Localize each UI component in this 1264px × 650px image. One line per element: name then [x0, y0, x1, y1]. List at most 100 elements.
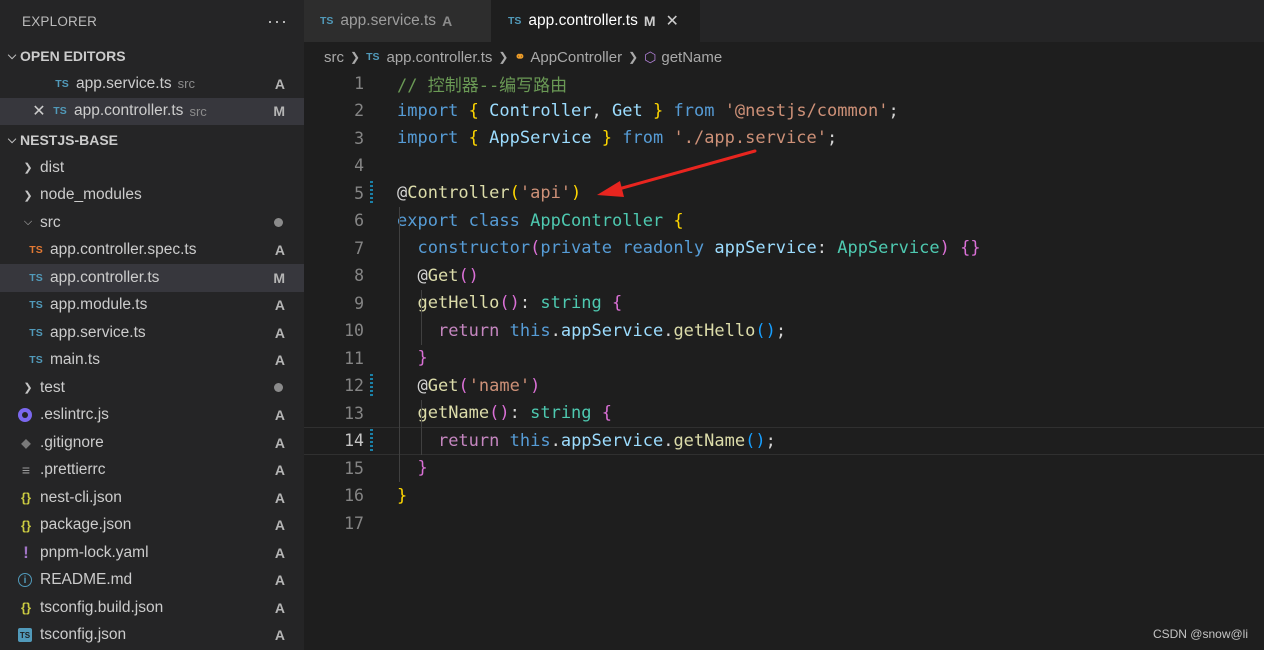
- code-line[interactable]: 11 }: [304, 345, 1264, 373]
- code-token: {: [673, 210, 684, 231]
- code-token: constructor: [417, 238, 531, 259]
- tree-item-label: tsconfig.build.json: [40, 598, 164, 616]
- code-line[interactable]: 6 export class AppController {: [304, 207, 1264, 235]
- tree-file-main[interactable]: TS main.ts A: [0, 347, 304, 375]
- code-line[interactable]: 15 }: [304, 455, 1264, 483]
- tree-folder-node-modules[interactable]: ❯ node_modules: [0, 182, 304, 210]
- open-editors-header[interactable]: ⌵ OPEN EDITORS: [0, 42, 304, 70]
- tree-item-label: .eslintrc.js: [40, 406, 109, 424]
- code-token: ;: [888, 100, 899, 121]
- code-token: @: [397, 265, 428, 286]
- code-line[interactable]: 10 return this.appService.getHello();: [304, 317, 1264, 345]
- code-line[interactable]: 16}: [304, 482, 1264, 510]
- open-editor-item-app-service[interactable]: TS app.service.ts src A: [0, 70, 304, 98]
- tab-app-controller[interactable]: TS app.controller.ts M ✕: [492, 0, 700, 42]
- open-editor-folder: src: [177, 76, 195, 92]
- tree-file-pnpm-lock[interactable]: ! pnpm-lock.yaml A: [0, 539, 304, 567]
- open-editor-item-app-controller[interactable]: ✕ TS app.controller.ts src M: [0, 97, 304, 125]
- tree-file-app-controller-spec[interactable]: TS app.controller.spec.ts A: [0, 237, 304, 265]
- tree-file-app-module[interactable]: TS app.module.ts A: [0, 292, 304, 320]
- tree-file-app-controller[interactable]: TS app.controller.ts M: [0, 264, 304, 292]
- breadcrumb-method[interactable]: getName: [661, 49, 722, 66]
- close-icon[interactable]: ✕: [30, 101, 48, 121]
- breadcrumb-folder[interactable]: src: [324, 49, 344, 66]
- git-status-badge: A: [274, 352, 285, 369]
- code-editor[interactable]: 1 // 控制器--编写路由 2 import { Controller, Get }…: [304, 72, 1264, 650]
- line-number: 11: [344, 348, 364, 368]
- code-line[interactable]: 3 import { AppService } from './app.servi…: [304, 125, 1264, 153]
- code-token: string: [530, 403, 592, 424]
- code-token: (): [745, 430, 766, 451]
- line-number: 10: [344, 321, 364, 341]
- tree-file-package-json[interactable]: {} package.json A: [0, 512, 304, 540]
- code-line[interactable]: 12 @Get('name'): [304, 372, 1264, 400]
- chevron-right-icon: ❯: [23, 189, 33, 202]
- typescript-file-icon: TS: [320, 15, 334, 27]
- code-token: './app.service': [673, 128, 828, 149]
- json-file-icon: {}: [20, 600, 32, 616]
- tree-file-tsconfig-build[interactable]: {} tsconfig.build.json A: [0, 594, 304, 622]
- code-token: (: [458, 375, 469, 396]
- code-token: (): [755, 320, 776, 341]
- tree-file-eslintrc[interactable]: .eslintrc.js A: [0, 402, 304, 430]
- more-actions-icon[interactable]: ···: [267, 11, 288, 32]
- tree-folder-dist[interactable]: ❯ dist: [0, 154, 304, 182]
- tree-file-tsconfig[interactable]: TS tsconfig.json A: [0, 622, 304, 650]
- code-line[interactable]: 14 return this.appService.getName();: [304, 427, 1264, 455]
- code-token: Controller: [489, 100, 592, 121]
- code-token: (): [458, 265, 479, 286]
- tree-file-app-service[interactable]: TS app.service.ts A: [0, 319, 304, 347]
- modified-gutter-marker: [370, 428, 373, 453]
- tree-file-prettierrc[interactable]: ≡ .prettierrc A: [0, 457, 304, 485]
- tree-folder-src[interactable]: ⌵ src: [0, 209, 304, 237]
- code-token: :: [509, 403, 531, 424]
- code-token: this: [509, 320, 551, 341]
- code-text: }: [397, 458, 427, 478]
- line-number: 17: [344, 513, 364, 533]
- indent-guide: [421, 399, 422, 455]
- tree-file-gitignore[interactable]: ◆ .gitignore A: [0, 429, 304, 457]
- code-token: Get: [612, 100, 643, 121]
- code-line[interactable]: 9 getHello(): string {: [304, 290, 1264, 318]
- tree-item-label: .prettierrc: [40, 461, 106, 479]
- typescript-file-icon: TS: [29, 326, 43, 339]
- tree-item-label: dist: [40, 158, 65, 176]
- chevron-down-icon: ⌵: [7, 133, 17, 146]
- line-number: 16: [344, 486, 364, 506]
- breadcrumb-file[interactable]: app.controller.ts: [386, 49, 492, 66]
- project-folder-header[interactable]: ⌵ NESTJS-BASE: [0, 126, 304, 154]
- tree-folder-test[interactable]: ❯ test: [0, 374, 304, 402]
- close-tab-icon[interactable]: ✕: [666, 11, 679, 31]
- line-number: 12: [344, 376, 364, 396]
- tree-item-label: package.json: [40, 516, 132, 534]
- code-line[interactable]: 1 // 控制器--编写路由: [304, 70, 1264, 98]
- line-number: 15: [344, 458, 364, 478]
- tab-label: app.service.ts: [340, 12, 437, 29]
- code-line[interactable]: 13 getName(): string {: [304, 400, 1264, 428]
- code-token: }: [397, 485, 408, 506]
- code-line[interactable]: 8 @Get(): [304, 262, 1264, 290]
- tree-file-nest-cli[interactable]: {} nest-cli.json A: [0, 484, 304, 512]
- code-line[interactable]: 5 @Controller('api'): [304, 180, 1264, 208]
- code-token: ): [939, 238, 950, 259]
- tree-item-label: app.module.ts: [50, 296, 148, 314]
- typescript-file-icon: TS: [366, 51, 380, 63]
- tab-label: app.controller.ts: [528, 12, 638, 29]
- code-line[interactable]: 17: [304, 510, 1264, 538]
- code-token: :: [816, 238, 838, 259]
- breadcrumb-class[interactable]: AppController: [530, 49, 622, 66]
- code-line[interactable]: 7 constructor(private readonly appServic…: [304, 235, 1264, 263]
- code-token: '@nestjs/common': [724, 100, 889, 121]
- code-token: return: [437, 320, 500, 341]
- code-line[interactable]: 2 import { Controller, Get } from '@nestj…: [304, 97, 1264, 125]
- code-line[interactable]: 4: [304, 152, 1264, 180]
- tree-file-readme[interactable]: i README.md A: [0, 567, 304, 595]
- tab-app-service[interactable]: TS app.service.ts A: [304, 0, 492, 42]
- yaml-file-icon: !: [23, 542, 29, 562]
- code-token: (): [489, 403, 510, 424]
